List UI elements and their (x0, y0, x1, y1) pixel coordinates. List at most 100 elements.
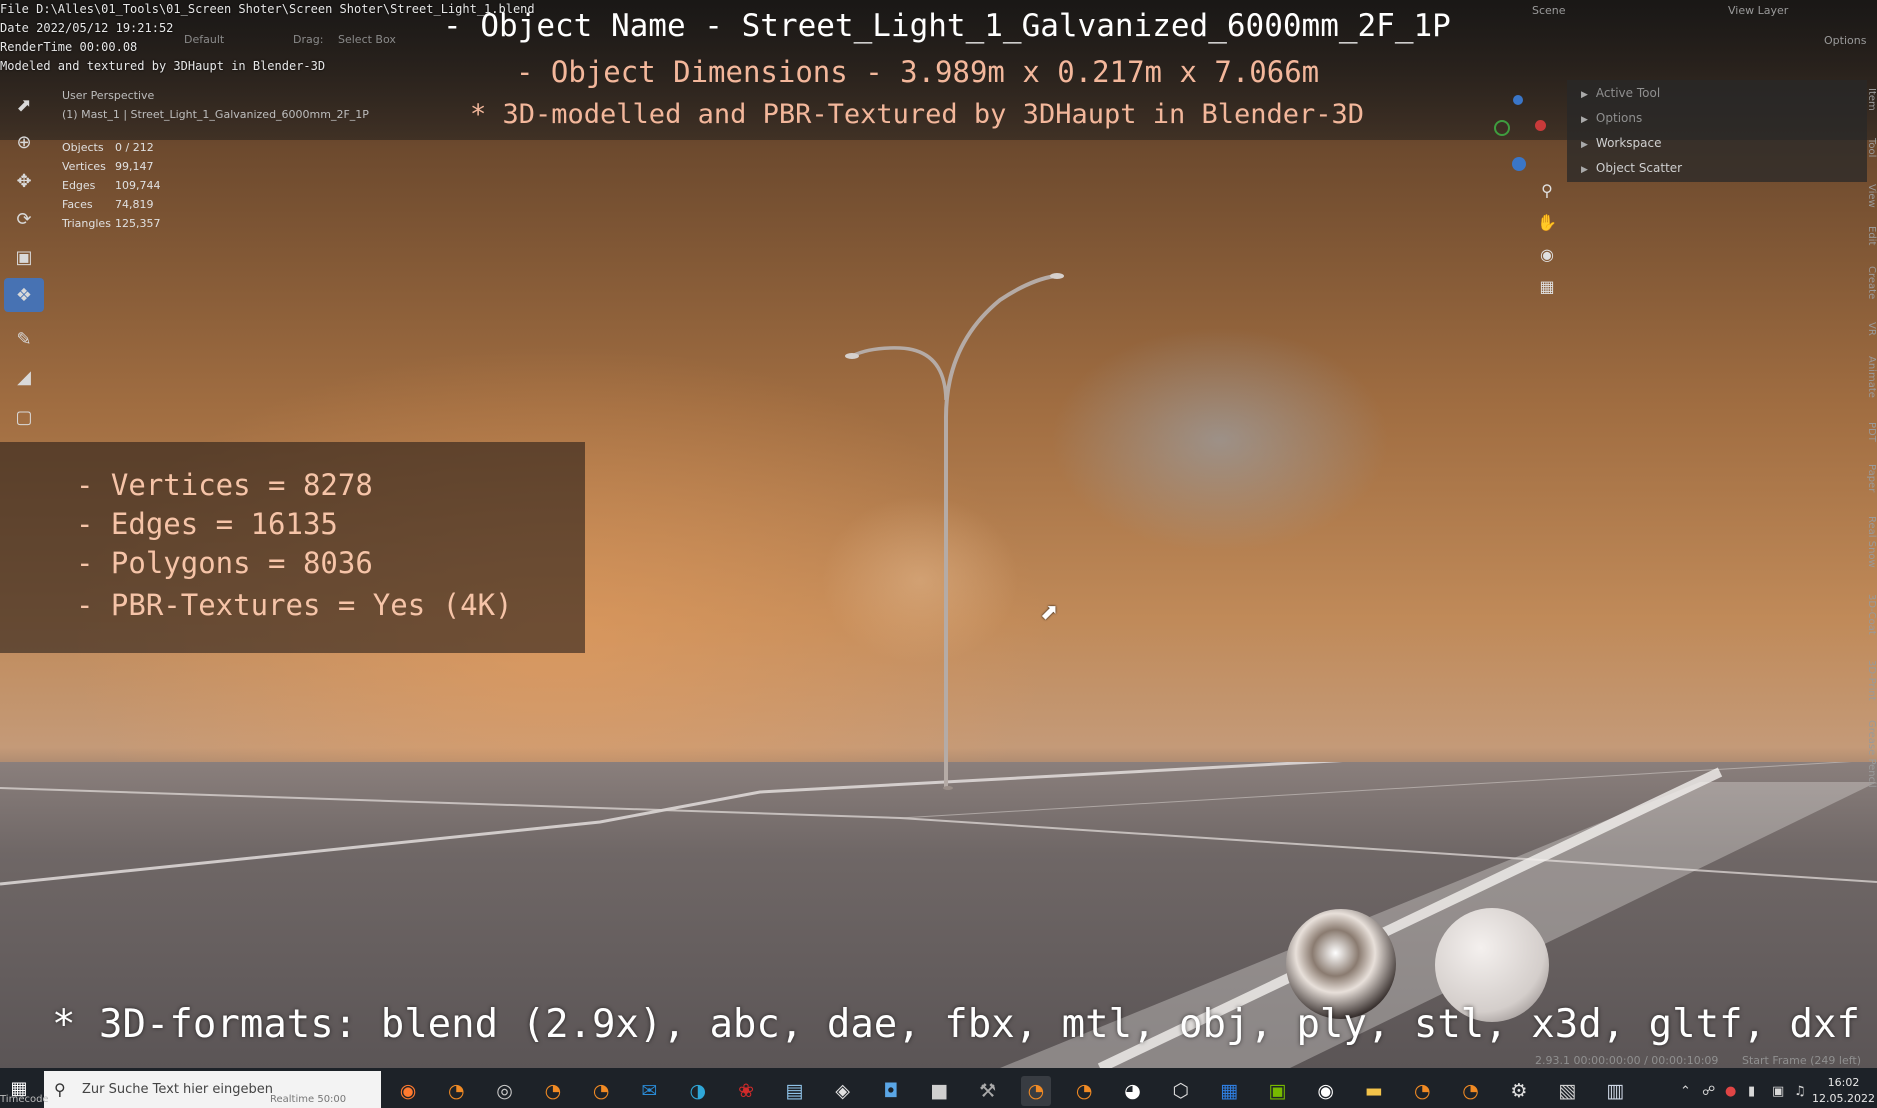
tab-tool[interactable]: Tool (1862, 138, 1877, 157)
mesh-info-box: - Vertices = 8278 - Edges = 16135 - Poly… (0, 442, 585, 653)
clock-time: 16:02 (1827, 1076, 1860, 1089)
pbr-textures-info: - PBR-Textures = Yes (4K) (76, 588, 513, 622)
blender-icon[interactable]: ◔ (1407, 1076, 1437, 1106)
tab-create[interactable]: Create (1862, 266, 1877, 299)
zoom-icon[interactable]: ⚲ (1532, 176, 1562, 204)
scale-tool-icon[interactable]: ▣ (4, 240, 44, 274)
app-red-icon[interactable]: ❀ (731, 1076, 761, 1106)
blender-icon[interactable]: ◔ (1069, 1076, 1099, 1106)
modeled-by-note: Modeled and textured by 3DHaupt in Blend… (0, 59, 326, 73)
expand-arrow-icon: ▶ (1581, 165, 1588, 175)
panel-object-scatter[interactable]: ▶ Object Scatter (1581, 161, 1682, 175)
annotate-tool-icon[interactable]: ✎ (4, 322, 44, 356)
terminal-icon[interactable]: ■ (924, 1076, 954, 1106)
edges-count: - Edges = 16135 (76, 507, 338, 541)
firefox-icon[interactable]: ◉ (393, 1076, 423, 1106)
tab-grease-pencil[interactable]: Grease Pencil (1862, 720, 1877, 788)
object-dimensions-title: - Object Dimensions - 3.989m x 0.217m x … (516, 55, 1320, 89)
cube-icon[interactable]: ⬡ (1166, 1076, 1196, 1106)
network-icon[interactable]: ▧ (1552, 1076, 1582, 1106)
start-frame-status: Start Frame (249 left) (1742, 1054, 1862, 1067)
obs-icon[interactable]: ◉ (1311, 1076, 1341, 1106)
cursor-tool-icon[interactable]: ⊕ (4, 125, 44, 159)
move-tool-icon[interactable]: ✥ (4, 164, 44, 198)
select-box-dropdown[interactable]: Select Box (338, 33, 396, 46)
tab-paper[interactable]: Paper (1862, 464, 1877, 492)
folder-icon[interactable]: ▬ (1359, 1076, 1389, 1106)
calendar-icon[interactable]: ▦ (1214, 1076, 1244, 1106)
credits-title: * 3D-modelled and PBR-Textured by 3DHaup… (470, 99, 1365, 130)
gizmo-y-axis[interactable] (1494, 120, 1510, 136)
tool-icon[interactable]: ⚒ (973, 1076, 1003, 1106)
tray-app-icon[interactable]: ● (1725, 1084, 1736, 1099)
tab-pdt[interactable]: PDT (1862, 422, 1877, 442)
notes-icon[interactable]: ▤ (779, 1076, 809, 1106)
view-layer-selector[interactable]: View Layer (1728, 4, 1788, 17)
pan-hand-icon[interactable]: ✋ (1532, 208, 1562, 236)
options-menu[interactable]: Options (1824, 34, 1866, 47)
blender-icon[interactable]: ◔ (441, 1076, 471, 1106)
tab-edit[interactable]: Edit (1862, 226, 1877, 245)
stat-row: Edges 109,744 (62, 179, 161, 192)
gizmo-x-axis[interactable] (1535, 120, 1546, 131)
steam-icon[interactable]: ◎ (490, 1076, 520, 1106)
tray-battery-icon[interactable]: ▮ (1748, 1084, 1755, 1099)
render-date: Date 2022/05/12 19:21:52 (0, 21, 174, 35)
blender-icon[interactable]: ◔ (538, 1076, 568, 1106)
blender-icon[interactable]: ◔ (1020, 1076, 1051, 1106)
expand-arrow-icon: ▶ (1581, 140, 1588, 150)
stat-row: Vertices 99,147 (62, 160, 154, 173)
tab-vr[interactable]: VR (1862, 322, 1877, 336)
mode-dropdown[interactable]: Default (184, 33, 224, 46)
panel-active-tool[interactable]: ▶ Active Tool (1581, 86, 1660, 100)
drag-label: Drag: (293, 33, 324, 46)
tray-wifi-icon[interactable]: ▣ (1772, 1084, 1784, 1099)
mouse-cursor-icon: ⬈ (1040, 600, 1059, 625)
stat-row: Triangles 125,357 (62, 217, 161, 230)
realtime-label: Realtime 50:00 (270, 1094, 347, 1105)
tray-chevron-icon[interactable]: ⌃ (1680, 1084, 1691, 1099)
blender-icon[interactable]: ◔ (586, 1076, 616, 1106)
nvidia-icon[interactable]: ▣ (1262, 1076, 1292, 1106)
tab-animate[interactable]: Animate (1862, 356, 1877, 398)
tab-3d-coat[interactable]: 3D-Coat (1862, 594, 1877, 635)
tab-3d-print[interactable]: 3D-Print (1862, 660, 1877, 701)
polygons-count: - Polygons = 8036 (76, 546, 373, 580)
active-object-label: (1) Mast_1 | Street_Light_1_Galvanized_6… (62, 108, 369, 121)
tab-view[interactable]: View (1862, 184, 1877, 208)
mail-icon[interactable]: ✉ (635, 1076, 665, 1106)
gizmo-z-axis[interactable] (1513, 95, 1523, 105)
gear-icon[interactable]: ⚙ (1504, 1076, 1534, 1106)
tray-network-icon[interactable]: ☍ (1702, 1084, 1715, 1099)
transform-tool-icon[interactable]: ❖ (4, 278, 44, 312)
clock-date: 12.05.2022 (1812, 1092, 1875, 1105)
tray-volume-icon[interactable]: ♫ (1794, 1084, 1806, 1099)
tab-item[interactable]: Item (1862, 88, 1877, 111)
measure-tool-icon[interactable]: ◢ (4, 360, 44, 394)
camera-view-icon[interactable]: ◉ (1532, 240, 1562, 268)
stat-row: Faces 74,819 (62, 198, 154, 211)
search-placeholder: Zur Suche Text hier eingeben (82, 1082, 273, 1097)
timecode-label: Timecode (0, 1094, 49, 1105)
blender-icon[interactable]: ◔ (1456, 1076, 1486, 1106)
panda-icon[interactable]: ◕ (1118, 1076, 1148, 1106)
taskbar-clock[interactable]: 16:02 12.05.2022 (1812, 1075, 1875, 1107)
panel-workspace[interactable]: ▶ Workspace (1581, 136, 1662, 150)
add-cube-tool-icon[interactable]: ▢ (4, 400, 44, 434)
window-icon[interactable]: ▥ (1601, 1076, 1631, 1106)
shield-icon[interactable]: ◘ (876, 1076, 906, 1106)
expand-arrow-icon: ▶ (1581, 90, 1588, 100)
scene-selector[interactable]: Scene (1532, 4, 1566, 17)
grid-view-icon[interactable]: ▦ (1532, 272, 1562, 300)
object-name-title: - Object Name - Street_Light_1_Galvanize… (443, 8, 1451, 44)
rotate-tool-icon[interactable]: ⟳ (4, 202, 44, 236)
sidebar-tabs: Item Tool View Edit Create VR Animate PD… (1862, 80, 1877, 800)
edge-icon[interactable]: ◑ (683, 1076, 713, 1106)
gizmo-neg-z-axis[interactable] (1512, 157, 1526, 171)
tab-real-snow[interactable]: Real Snow (1862, 516, 1877, 568)
panel-options[interactable]: ▶ Options (1581, 111, 1642, 125)
view-perspective-label: User Perspective (62, 89, 155, 102)
scene-statistics: Objects 0 / 212 Vertices 99,147 Edges 109,7… (62, 138, 161, 233)
app-icon[interactable]: ◈ (828, 1076, 858, 1106)
select-tool-icon[interactable]: ⬈ (4, 88, 44, 122)
